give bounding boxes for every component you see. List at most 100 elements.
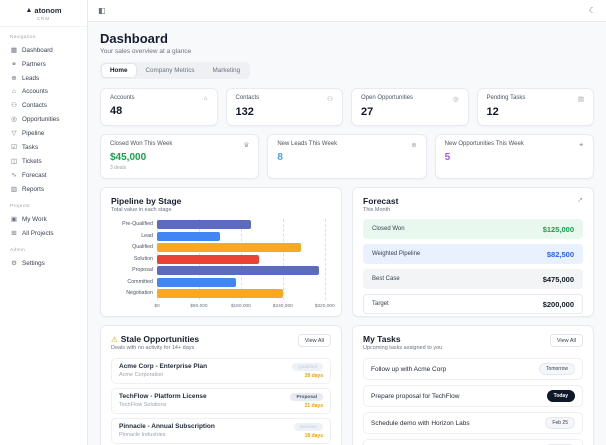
task-item[interactable]: Schedule demo with Horizon Labs Feb 25 <box>363 412 583 434</box>
forecast-row-label: Weighted Pipeline <box>372 251 421 257</box>
chart-bar-row <box>157 231 331 243</box>
task-item[interactable]: Prepare proposal for TechFlow Today <box>363 385 583 407</box>
chart-category-label: Pre-Qualified <box>122 221 153 227</box>
tasks-view-all-button[interactable]: View All <box>549 334 583 347</box>
stale-view-all-button[interactable]: View All <box>297 334 331 347</box>
ticket-icon: ◫ <box>10 158 18 165</box>
sidebar-item-label: Tickets <box>22 157 42 165</box>
tab-bar: Home Company Metrics Marketing <box>100 62 251 79</box>
stat-value: 27 <box>361 106 374 118</box>
stage-badge: Proposal <box>290 393 323 401</box>
forecast-row-label: Best Case <box>372 276 400 282</box>
chart-x-tick-label: $160,000 <box>230 303 251 309</box>
stat-card-contacts: Contacts ⚇ 132 <box>225 88 343 126</box>
building-icon: ⌂ <box>12 88 16 95</box>
sidebar-item-contacts[interactable]: ⚇ Contacts <box>0 98 87 112</box>
forecast-title: Forecast <box>363 196 399 206</box>
sidebar-item-pipeline[interactable]: ▽ Pipeline <box>0 126 87 140</box>
task-item[interactable]: Review contract terms - PinnacleFeb 27 <box>363 439 583 445</box>
chart-category-label: Negotiation <box>126 290 153 296</box>
chart-x-tick-label: $240,000 <box>272 303 293 309</box>
stale-items-list: Acme Corp - Enterprise Plan Acme Corporat… <box>111 358 331 445</box>
forecast-rows: Closed Won $125,000 Weighted Pipeline $82,5… <box>363 219 583 314</box>
weekly-sub: 3 deals <box>110 165 127 171</box>
stage-badge: Solution <box>293 423 323 431</box>
chart-x-tick-label: $80,000 <box>190 303 208 309</box>
task-name: Follow up with Acme Corp <box>371 365 447 373</box>
stale-opportunity-item[interactable]: TechFlow - Platform License TechFlow Solu… <box>111 388 331 414</box>
tab-company-metrics[interactable]: Company Metrics <box>138 64 203 77</box>
user-plus-icon: ⊕ <box>411 142 417 149</box>
weekly-row: Closed Won This Week ♛ $45,000 3 deals New L… <box>100 134 594 179</box>
sidebar-item-tickets[interactable]: ◫ Tickets <box>0 154 87 168</box>
stale-opportunity-item[interactable]: Acme Corp - Enterprise Plan Acme Corporat… <box>111 358 331 384</box>
chart-x-tick-label: $0 <box>154 303 160 309</box>
sidebar-item-label: All Projects <box>22 229 54 237</box>
sidebar-item-label: Opportunities <box>22 115 60 123</box>
task-item[interactable]: Follow up with Acme Corp Tomorrow <box>363 358 583 380</box>
sidebar-item-label: Contacts <box>22 101 47 109</box>
sidebar-item-opportunities[interactable]: ◎ Opportunities <box>0 112 87 126</box>
weekly-card-closed-won-this-week: Closed Won This Week ♛ $45,000 3 deals <box>100 134 260 179</box>
opportunity-name: Pinnacle - Annual Subscription <box>119 423 215 430</box>
partners-icon: ⚭ <box>11 61 17 68</box>
chart-bar-row <box>157 288 331 300</box>
sidebar-item-settings[interactable]: ⚙ Settings <box>0 256 87 270</box>
sidebar-item-leads[interactable]: ⊕ Leads <box>0 71 87 85</box>
task-due-badge: Feb 25 <box>545 417 575 429</box>
nav-section-label-admin: Admin <box>10 248 26 253</box>
brand-sub: CRM <box>36 16 51 21</box>
bottom-row: ⚠ Stale Opportunities Deals with no acti… <box>100 325 594 445</box>
task-name: Schedule demo with Horizon Labs <box>371 419 470 427</box>
sidebar-item-label: Leads <box>22 74 40 82</box>
clipboard-icon: ▤ <box>577 96 584 103</box>
forecast-row-closed-won: Closed Won $125,000 <box>363 219 583 239</box>
weekly-card-new-leads-this-week: New Leads This Week ⊕ 8 <box>267 134 427 179</box>
weekly-value: $45,000 <box>110 152 147 163</box>
sidebar-item-tasks[interactable]: ☑ Tasks <box>0 140 87 154</box>
forecast-row-value: $200,000 <box>542 299 574 309</box>
chart-bar-negotiation <box>157 289 283 299</box>
dashboard-icon: ▦ <box>10 47 18 54</box>
building-icon: ⌂ <box>203 95 208 102</box>
task-items-list: Follow up with Acme Corp Tomorrow Prepare … <box>363 358 583 445</box>
pipeline-subtitle: Total value in each stage <box>111 207 172 213</box>
topbar: ◧ ☾ <box>88 0 606 22</box>
brand-logo[interactable]: ▲ atonom CRM <box>0 0 87 27</box>
chart-bar-solution <box>157 254 260 264</box>
sidebar-item-partners[interactable]: ⚭ Partners <box>0 57 87 71</box>
sidebar-toggle-icon[interactable]: ◧ <box>98 6 106 15</box>
theme-toggle-icon[interactable]: ☾ <box>589 6 596 15</box>
tasks-title: My Tasks <box>363 334 401 344</box>
check-square-icon: ☑ <box>11 144 17 151</box>
sidebar-item-accounts[interactable]: ⌂ Accounts <box>0 85 87 98</box>
sidebar-item-all-projects[interactable]: ⊞ All Projects <box>0 226 87 240</box>
tab-home[interactable]: Home <box>102 64 136 77</box>
stale-title: Stale Opportunities <box>120 334 200 344</box>
forecast-row-value: $125,000 <box>542 224 574 234</box>
stat-label: Contacts <box>235 95 260 101</box>
chart-bar-lead <box>157 231 220 241</box>
chart-category-label: Lead <box>141 232 153 239</box>
stat-card-accounts: Accounts ⌂ 48 <box>100 88 218 126</box>
stale-opportunity-item[interactable]: Pinnacle - Annual Subscription Pinnacle I… <box>111 418 331 444</box>
sidebar-item-reports[interactable]: ▥ Reports <box>0 182 87 196</box>
sidebar-item-my-work[interactable]: ▣ My Work <box>0 212 87 226</box>
stat-value: 132 <box>235 106 254 118</box>
forecast-row-weighted-pipeline: Weighted Pipeline $82,500 <box>363 244 583 264</box>
weekly-label: Closed Won This Week <box>110 141 173 147</box>
stats-row: Accounts ⌂ 48 Contacts ⚇ 132 Open Opportunitie… <box>100 88 594 126</box>
tab-marketing[interactable]: Marketing <box>205 64 249 77</box>
sidebar-item-label: Dashboard <box>22 46 53 54</box>
target-icon: ◎ <box>11 116 17 123</box>
opportunity-name: TechFlow - Platform License <box>119 393 207 400</box>
pipeline-chart: Pre-Qualified Lead Qualified Solution Propos… <box>111 219 335 309</box>
sidebar-item-forecast[interactable]: ∿ Forecast <box>0 168 87 182</box>
sidebar-item-dashboard[interactable]: ▦ Dashboard <box>0 43 87 57</box>
sidebar-nav: Navigation ▦ Dashboard ⚭ Partners ⊕ Leads ⌂ Acco… <box>0 35 87 270</box>
weekly-value: 8 <box>277 152 283 163</box>
chart-category-label: Proposal <box>132 267 153 273</box>
person-icon: ⚇ <box>327 96 333 103</box>
chart-bar-row <box>157 219 331 231</box>
days-stale-label: 28 days <box>304 373 323 379</box>
